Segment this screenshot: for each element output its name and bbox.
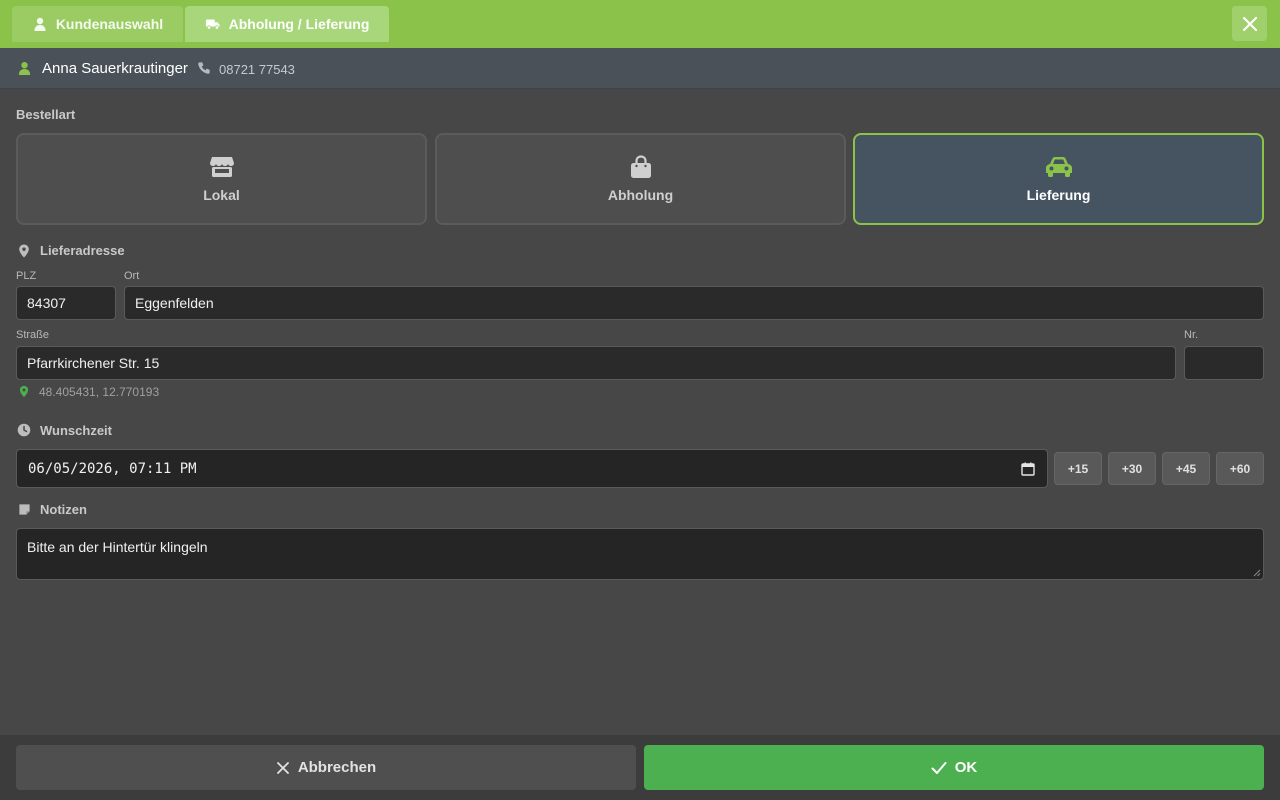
order-type-label-abholung: Abholung: [607, 187, 674, 203]
shopping-bag-icon: [630, 155, 651, 178]
ok-button[interactable]: OK: [644, 745, 1264, 790]
customer-name: Anna Sauerkrautinger: [42, 60, 188, 77]
desired-time-value: 06/05/2026, 07:11 PM: [28, 460, 197, 477]
tab-label: Abholung / Lieferung: [228, 16, 370, 32]
ort-input[interactable]: Eggenfelden: [124, 286, 1264, 320]
add-60-minutes-button[interactable]: +60: [1216, 452, 1264, 485]
delivery-address-label: Lieferadresse: [40, 243, 125, 258]
calendar-icon[interactable]: [1021, 462, 1035, 476]
nr-label: Nr.: [1184, 329, 1199, 341]
order-type-label: Bestellart: [16, 107, 76, 122]
close-button[interactable]: [1232, 6, 1267, 41]
order-type-lokal-button[interactable]: Lokal: [16, 133, 427, 225]
notes-textarea[interactable]: Bitte an der Hintertür klingeln: [16, 528, 1264, 580]
tab-kundenauswahl[interactable]: Kundenauswahl: [12, 6, 183, 42]
add-30-minutes-button[interactable]: +30: [1108, 452, 1156, 485]
order-type-lieferung-button[interactable]: Lieferung: [853, 133, 1264, 225]
map-pin-icon: [19, 385, 29, 398]
store-icon: [209, 157, 234, 177]
notes-label: Notizen: [40, 502, 87, 517]
truck-icon: [205, 16, 221, 32]
street-input[interactable]: Pfarrkirchener Str. 15: [16, 346, 1176, 380]
tab-label: Kundenauswahl: [55, 16, 164, 32]
nr-input[interactable]: [1184, 346, 1264, 380]
car-icon: [1045, 157, 1072, 177]
street-label: Straße: [16, 329, 50, 341]
tab-abholung-lieferung[interactable]: Abholung / Lieferung: [185, 6, 389, 42]
desired-time-input[interactable]: 06/05/2026, 07:11 PM: [16, 449, 1048, 488]
ok-label: OK: [954, 759, 978, 776]
order-type-label-lieferung: Lieferung: [1026, 187, 1091, 203]
top-bar: Kundenauswahl Abholung / Lieferung: [0, 0, 1280, 48]
ort-label: Ort: [124, 270, 140, 282]
phone-icon: [198, 62, 210, 74]
plz-input[interactable]: 84307: [16, 286, 116, 320]
add-15-minutes-button[interactable]: +15: [1054, 452, 1102, 485]
add-45-minutes-button[interactable]: +45: [1162, 452, 1210, 485]
footer-bar: Abbrechen OK: [0, 735, 1280, 800]
clock-icon: [17, 423, 31, 437]
resize-grip-icon[interactable]: [1253, 569, 1261, 577]
user-icon: [18, 62, 31, 76]
notes-value: Bitte an der Hintertür klingeln: [27, 539, 208, 555]
cancel-button[interactable]: Abbrechen: [16, 745, 636, 790]
customer-phone: 08721 77543: [219, 62, 295, 77]
order-type-label-lokal: Lokal: [203, 187, 240, 203]
order-type-abholung-button[interactable]: Abholung: [435, 133, 846, 225]
cancel-label: Abbrechen: [297, 759, 377, 776]
plz-label: PLZ: [16, 270, 37, 282]
map-pin-icon: [19, 244, 29, 258]
coordinates-text: 48.405431, 12.770193: [39, 385, 160, 399]
check-icon: [931, 761, 947, 774]
close-icon: [276, 761, 289, 774]
close-icon: [1242, 16, 1257, 31]
customer-bar: Anna Sauerkrautinger 08721 77543: [0, 48, 1280, 89]
desired-time-label: Wunschzeit: [40, 423, 112, 438]
user-icon: [32, 16, 48, 32]
note-icon: [19, 504, 30, 515]
